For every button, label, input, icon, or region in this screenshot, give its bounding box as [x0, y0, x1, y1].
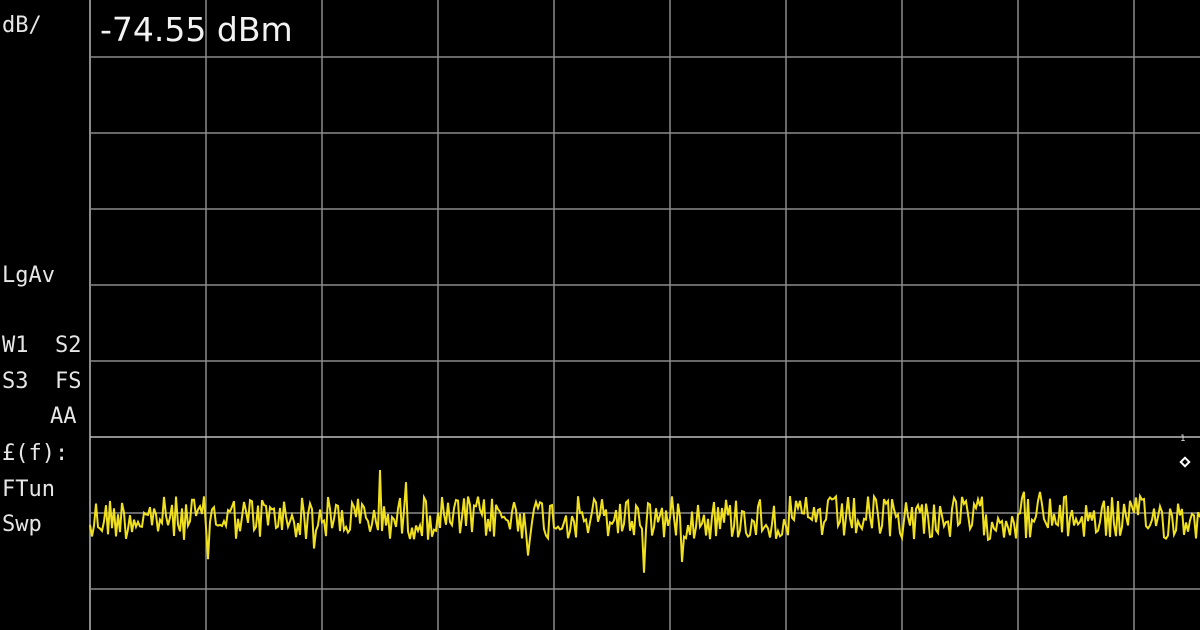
trace-mode-label-aa: AA	[50, 404, 77, 429]
graticule	[89, 0, 1200, 630]
spectrum-trace	[89, 469, 1200, 573]
marker-number-label: 1	[1180, 434, 1186, 444]
ftun-label: FTun	[2, 477, 55, 502]
function-label: £(f):	[2, 441, 69, 466]
marker-amplitude-readout: -74.55 dBm	[100, 10, 293, 49]
spectrum-analyzer-screen: dB/ -74.55 dBm LgAv W1 S2 S3 FS AA £(f):…	[0, 0, 1200, 630]
trace-mode-label-s3-fs: S3 FS	[2, 369, 82, 394]
sweep-label: Swp	[2, 512, 42, 537]
trace-mode-label-w1-s2: W1 S2	[2, 333, 82, 358]
scale-units-label: dB/	[2, 13, 42, 38]
average-type-label: LgAv	[2, 263, 55, 288]
